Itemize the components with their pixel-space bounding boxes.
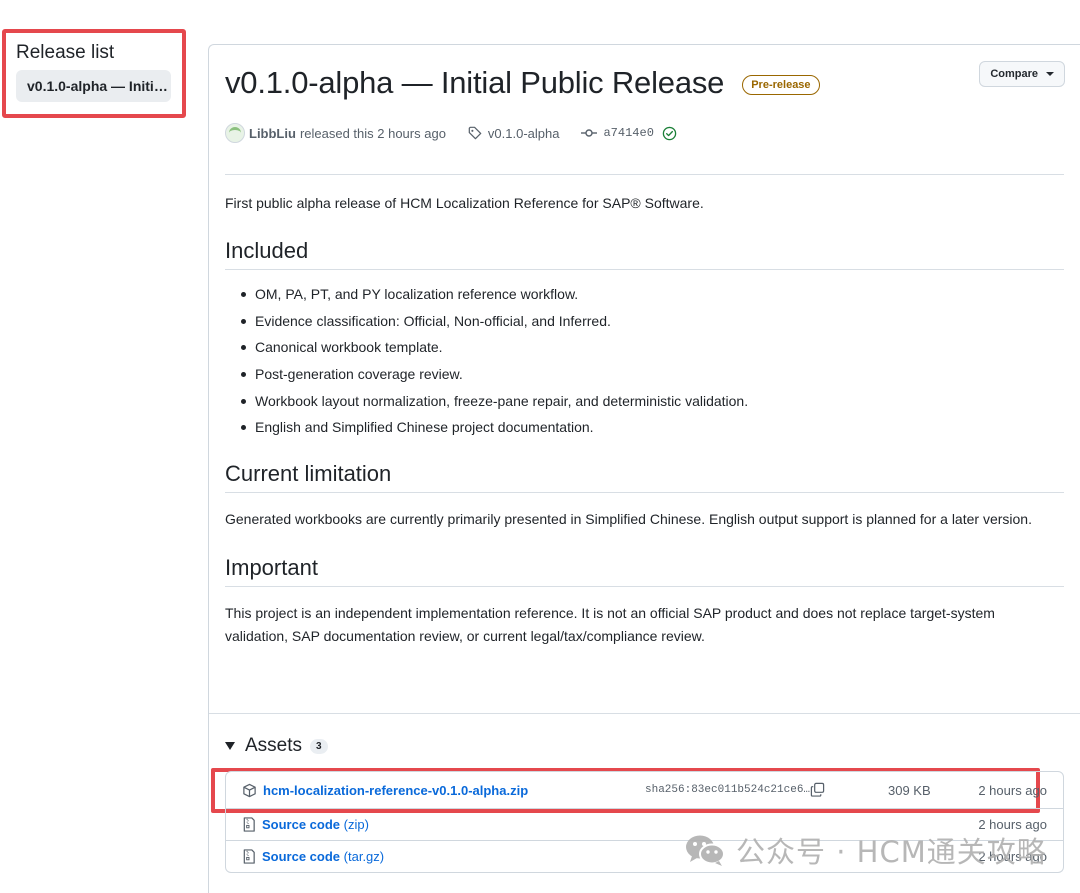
author-link[interactable]: LibbLiu [249,126,296,141]
list-item: Workbook layout normalization, freeze-pa… [225,391,1064,411]
tag-icon [468,126,482,140]
file-zip-icon [243,817,255,832]
list-item: Evidence classification: Official, Non-o… [225,311,1064,331]
compare-button-label: Compare [990,68,1038,80]
file-zip-icon [243,849,255,864]
release-notes: First public alpha release of HCM Locali… [209,193,1080,648]
assets-count-badge: 3 [310,738,328,754]
included-list: OM, PA, PT, and PY localization referenc… [225,284,1064,437]
release-header: v0.1.0-alpha — Initial Public Release Pr… [225,45,1065,175]
asset-name: Source code [262,817,341,832]
watermark-text: 公众号 · HCM通关攻略 [736,835,1047,869]
pre-release-badge: Pre-release [742,75,820,95]
included-heading: Included [225,238,1064,270]
asset-link-source-zip[interactable]: Source code (zip) [262,817,369,832]
release-intro: First public alpha release of HCM Locali… [225,195,704,211]
list-item: English and Simplified Chinese project d… [225,417,1064,437]
watermark: 公众号 · HCM通关攻略 [684,829,1047,871]
caret-down-icon [1046,72,1054,76]
limitation-heading: Current limitation [225,461,1064,494]
limitation-text: Generated workbooks are currently primar… [225,511,1032,528]
released-time: released this 2 hours ago [299,125,446,141]
copy-icon[interactable] [810,782,825,797]
release-card: v0.1.0-alpha — Initial Public Release Pr… [208,44,1080,893]
list-item: Post-generation coverage review. [225,364,1064,384]
asset-row-zip-package: hcm-localization-reference-v0.1.0-alpha.… [225,771,1064,809]
avatar[interactable] [225,123,245,143]
release-list-title: Release list [16,42,115,63]
list-item: Canonical workbook template. [225,337,1064,357]
assets-toggle[interactable]: Assets 3 [225,735,1064,757]
release-list-panel: Release list v0.1.0-alpha — Initial... [2,29,186,118]
release-title[interactable]: v0.1.0-alpha — Initial Public Release [225,65,724,101]
asset-time: 2 hours ago [978,782,1047,798]
asset-sha: sha256:83ec011b524c21ce6… [645,784,811,796]
release-title-row: v0.1.0-alpha — Initial Public Release Pr… [225,65,820,101]
asset-link-zip-package[interactable]: hcm-localization-reference-v0.1.0-alpha.… [263,783,528,798]
asset-size: 309 KB [888,782,931,798]
release-meta: LibbLiu released this 2 hours ago v0.1.0… [225,123,677,143]
asset-link-source-targz[interactable]: Source code (tar.gz) [262,849,384,864]
wechat-icon [686,835,725,866]
asset-format: (tar.gz) [343,849,385,864]
assets-heading: Assets [245,735,303,756]
important-text: This project is an independent implement… [225,605,995,645]
release-list-item-v0-1-0-alpha[interactable]: v0.1.0-alpha — Initial... [16,70,171,102]
triangle-down-icon [225,742,235,750]
compare-button[interactable]: Compare [979,61,1065,87]
commit-icon [581,129,598,137]
asset-format: (zip) [343,817,369,832]
list-item: OM, PA, PT, and PY localization referenc… [225,284,1064,304]
asset-name: Source code [262,849,341,864]
commit-link[interactable]: a7414e0 [603,126,653,140]
package-icon [243,783,256,797]
important-heading: Important [225,555,1064,588]
tag-link[interactable]: v0.1.0-alpha [488,126,560,141]
check-circle-icon [662,126,677,140]
